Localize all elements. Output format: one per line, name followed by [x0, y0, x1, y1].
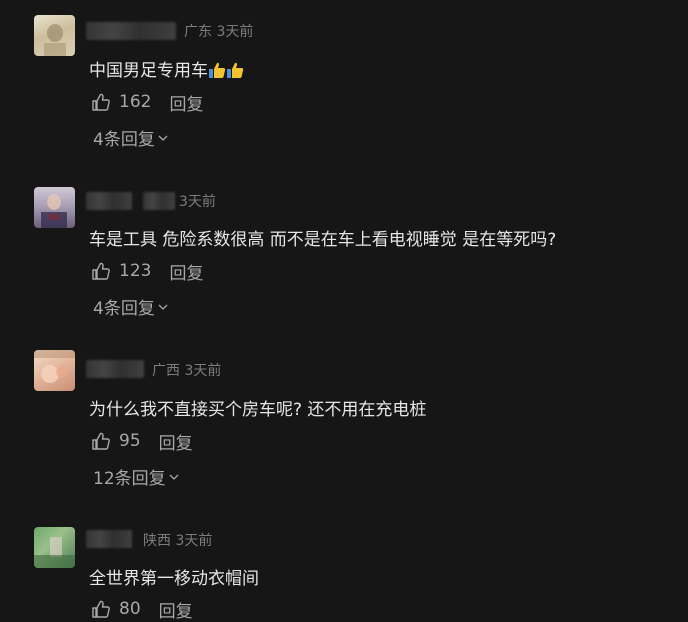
replies-count: 4条回复: [93, 130, 155, 150]
view-replies-button[interactable]: 4条回复: [93, 125, 168, 150]
comment-actions: 80 回复: [91, 597, 193, 622]
comment-actions: 95 回复: [91, 429, 193, 454]
replies-count: 4条回复: [93, 299, 155, 319]
replies-count: 12条回复: [93, 469, 166, 489]
comment-text: 中国男足专用车: [89, 56, 244, 81]
timestamp: 3天前: [179, 194, 216, 210]
comment-body: 中国男足专用车: [89, 61, 208, 81]
view-replies-button[interactable]: 4条回复: [93, 294, 168, 319]
thumbs-up-icon: [208, 61, 226, 79]
username[interactable]: [86, 360, 144, 378]
comment-meta: 广东 3天前: [184, 21, 253, 41]
reply-button[interactable]: 回复: [169, 259, 203, 284]
like-icon: [92, 262, 110, 280]
like-icon: [92, 93, 110, 111]
reply-button[interactable]: 回复: [159, 429, 193, 454]
avatar-image: [44, 24, 66, 56]
like-button[interactable]: 123: [91, 261, 151, 281]
comment-text: 全世界第一移动衣帽间: [89, 564, 259, 589]
avatar[interactable]: [34, 350, 75, 391]
thumbs-up-icon: [226, 61, 244, 79]
comment-meta: 陕西 3天前: [143, 530, 212, 550]
comment-body: 车是工具 危险系数很高 而不是在车上看电视睡觉 是在等死吗?: [89, 230, 557, 250]
location: 广东: [184, 24, 212, 40]
timestamp: 3天前: [184, 363, 222, 379]
avatar-image: [41, 194, 67, 228]
like-button[interactable]: 80: [91, 599, 141, 619]
avatar-image: [34, 350, 75, 383]
location: 陕西: [143, 533, 171, 549]
like-button[interactable]: 162: [91, 92, 151, 112]
comment-actions: 123 回复: [91, 259, 203, 284]
comment-meta: 广西 3天前: [152, 360, 221, 380]
chevron-down-icon: [158, 304, 168, 310]
chevron-down-icon: [158, 135, 168, 141]
comment-text: 车是工具 危险系数很高 而不是在车上看电视睡觉 是在等死吗?: [89, 225, 556, 250]
like-count: 123: [119, 261, 152, 281]
view-replies-button[interactable]: 12条回复: [93, 464, 179, 489]
avatar-image: [34, 537, 75, 568]
like-icon: [92, 432, 110, 450]
avatar[interactable]: [34, 15, 75, 56]
username[interactable]: [86, 192, 132, 210]
reply-button[interactable]: 回复: [159, 597, 193, 622]
like-count: 162: [119, 92, 152, 112]
reply-button[interactable]: 回复: [169, 90, 203, 115]
timestamp: 3天前: [216, 24, 254, 40]
avatar[interactable]: [34, 527, 75, 568]
location: 广西: [152, 363, 180, 379]
like-button[interactable]: 95: [91, 431, 141, 451]
like-count: 95: [119, 431, 141, 451]
timestamp: 3天前: [175, 533, 213, 549]
username[interactable]: [86, 530, 132, 548]
like-count: 80: [119, 599, 141, 619]
comment-body: 为什么我不直接买个房车呢? 还不用在充电桩: [89, 400, 427, 420]
chevron-down-icon: [169, 474, 179, 480]
comment-body: 全世界第一移动衣帽间: [89, 569, 259, 589]
avatar[interactable]: [34, 187, 75, 228]
like-icon: [92, 600, 110, 618]
comment-meta: 3天前: [179, 191, 216, 211]
comment-actions: 162 回复: [91, 90, 203, 115]
username[interactable]: [86, 22, 176, 40]
username-suffix: [143, 192, 175, 210]
comment-text: 为什么我不直接买个房车呢? 还不用在充电桩: [89, 395, 426, 420]
